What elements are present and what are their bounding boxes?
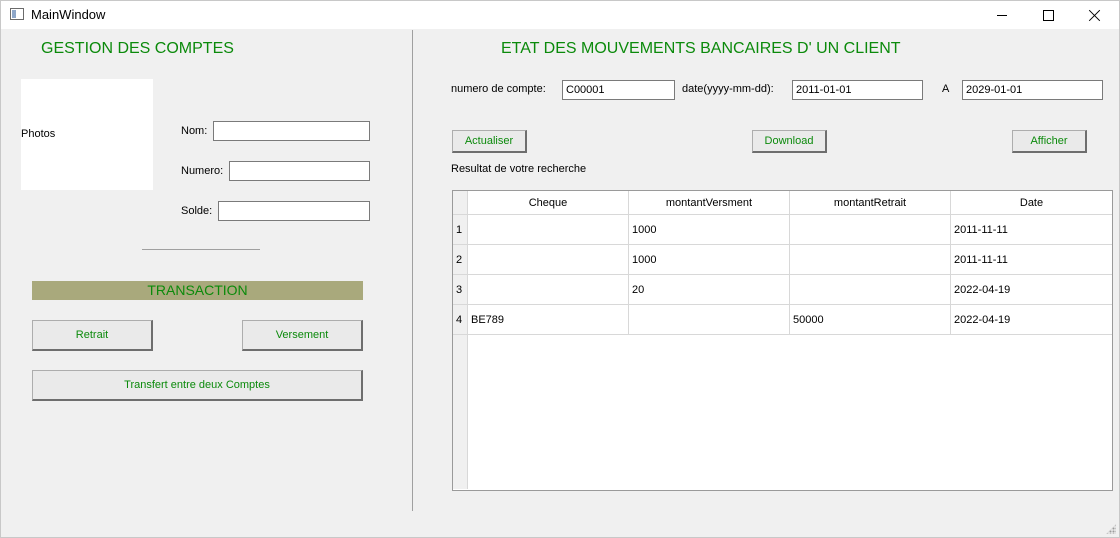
- actualiser-button[interactable]: Actualiser: [452, 130, 527, 153]
- main-window: MainWindow GESTION DES COMPTES Photos No…: [0, 0, 1120, 538]
- minimize-button[interactable]: [979, 1, 1025, 29]
- solde-input[interactable]: [218, 201, 370, 221]
- column-header-montant-versement[interactable]: montantVersment: [629, 191, 790, 215]
- gestion-heading: GESTION DES COMPTES: [41, 40, 234, 57]
- table-cell-versement[interactable]: 1000: [629, 215, 790, 245]
- minimize-icon: [997, 14, 1007, 16]
- table-cell-date[interactable]: 2022-04-19: [951, 305, 1112, 335]
- numero-label: Numero:: [181, 165, 224, 177]
- table-cell-cheque[interactable]: [468, 215, 629, 245]
- column-header-montant-retrait[interactable]: montantRetrait: [790, 191, 951, 215]
- panel-divider: [412, 30, 413, 511]
- maximize-button[interactable]: [1025, 1, 1071, 29]
- table-cell-date[interactable]: 2011-11-11: [951, 245, 1112, 275]
- table-cell-date[interactable]: 2011-11-11: [951, 215, 1112, 245]
- results-table[interactable]: Cheque montantVersment montantRetrait Da…: [452, 190, 1113, 491]
- resize-grip-icon[interactable]: [1106, 524, 1116, 534]
- column-header-cheque[interactable]: Cheque: [468, 191, 629, 215]
- transaction-label: TRANSACTION: [32, 281, 363, 300]
- table-corner[interactable]: [453, 191, 468, 215]
- table-cell-versement[interactable]: [629, 305, 790, 335]
- row-header[interactable]: 3: [453, 275, 468, 305]
- nom-input[interactable]: [213, 121, 370, 141]
- row-header[interactable]: 1: [453, 215, 468, 245]
- afficher-button[interactable]: Afficher: [1012, 130, 1087, 153]
- title-bar: MainWindow: [1, 1, 1119, 29]
- numero-input[interactable]: [229, 161, 370, 181]
- table-cell-versement[interactable]: 1000: [629, 245, 790, 275]
- mouvements-heading: ETAT DES MOUVEMENTS BANCAIRES D' UN CLIE…: [501, 40, 901, 57]
- app-window-icon: [10, 8, 24, 20]
- row-header[interactable]: 4: [453, 305, 468, 335]
- account-number-label: numero de compte:: [451, 83, 546, 95]
- separator-line: [142, 249, 260, 250]
- photo-label: Photos: [21, 128, 56, 140]
- date-to-input[interactable]: [962, 80, 1103, 100]
- table-cell-versement[interactable]: 20: [629, 275, 790, 305]
- column-header-date[interactable]: Date: [951, 191, 1112, 215]
- table-cell-retrait[interactable]: 50000: [790, 305, 951, 335]
- table-cell-retrait[interactable]: [790, 275, 951, 305]
- close-icon: [1088, 9, 1101, 22]
- table-cell-retrait[interactable]: [790, 215, 951, 245]
- date-label: date(yyyy-mm-dd):: [682, 83, 774, 95]
- date-from-input[interactable]: [792, 80, 923, 100]
- result-label: Resultat de votre recherche: [451, 163, 587, 175]
- row-header[interactable]: 2: [453, 245, 468, 275]
- table-cell-cheque[interactable]: BE789: [468, 305, 629, 335]
- account-number-input[interactable]: [562, 80, 675, 100]
- table-cell-date[interactable]: 2022-04-19: [951, 275, 1112, 305]
- versement-button[interactable]: Versement: [242, 320, 363, 351]
- table-cell-cheque[interactable]: [468, 245, 629, 275]
- table-cell-cheque[interactable]: [468, 275, 629, 305]
- solde-label: Solde:: [181, 205, 213, 217]
- close-button[interactable]: [1071, 1, 1117, 29]
- table-cell-retrait[interactable]: [790, 245, 951, 275]
- maximize-icon: [1042, 9, 1054, 21]
- window-title: MainWindow: [31, 7, 106, 22]
- transfert-button[interactable]: Transfert entre deux Comptes: [32, 370, 363, 401]
- date-to-label: A: [942, 83, 950, 95]
- download-button[interactable]: Download: [752, 130, 827, 153]
- retrait-button[interactable]: Retrait: [32, 320, 153, 351]
- nom-label: Nom:: [181, 125, 208, 137]
